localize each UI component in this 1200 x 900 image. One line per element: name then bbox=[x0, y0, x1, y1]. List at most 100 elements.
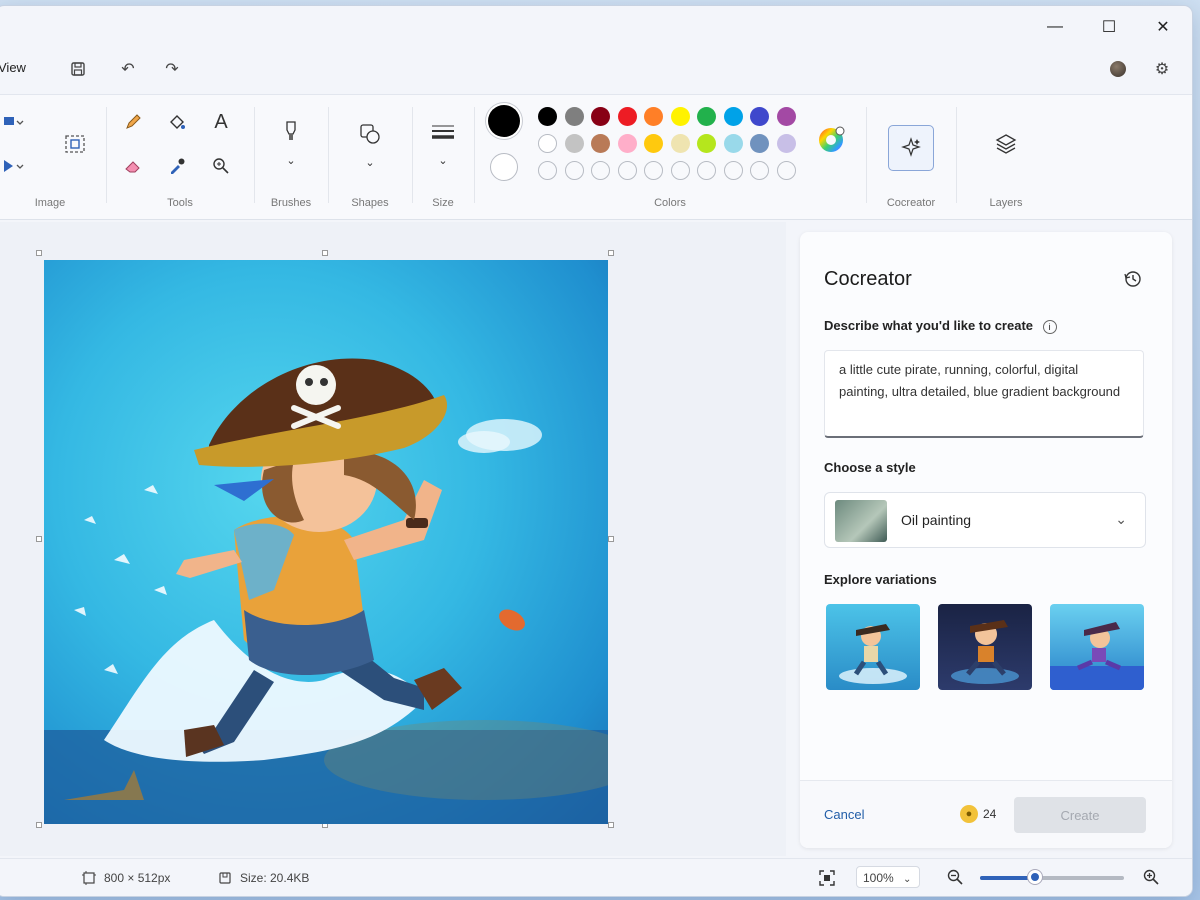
custom-color-slot[interactable] bbox=[564, 161, 584, 180]
group-label-image: Image bbox=[34, 197, 66, 209]
menu-view[interactable]: View bbox=[0, 60, 26, 75]
prompt-input[interactable]: a little cute pirate, running, colorful,… bbox=[824, 350, 1144, 438]
variation-thumbnail-3[interactable] bbox=[1050, 604, 1144, 690]
custom-color-slot[interactable] bbox=[697, 161, 716, 180]
resize-handle[interactable] bbox=[322, 250, 328, 256]
brush-icon[interactable] bbox=[276, 117, 306, 147]
maximize-button[interactable]: ☐ bbox=[1086, 12, 1132, 42]
zoom-in-icon[interactable] bbox=[1142, 868, 1160, 889]
variations-label: Explore variations bbox=[824, 572, 937, 587]
menu-row: View ↶ ↷ ⚙ bbox=[0, 48, 1192, 88]
close-button[interactable]: ✕ bbox=[1140, 12, 1186, 42]
custom-color-slot[interactable] bbox=[750, 161, 769, 180]
eraser-icon[interactable] bbox=[118, 151, 148, 181]
custom-color-slot[interactable] bbox=[776, 161, 796, 180]
resize-handle[interactable] bbox=[608, 536, 614, 542]
edit-colors-icon[interactable] bbox=[816, 125, 846, 155]
group-cocreator: Cocreator bbox=[868, 95, 954, 219]
account-avatar[interactable] bbox=[1104, 56, 1132, 82]
group-tools: A Tools bbox=[108, 95, 252, 219]
color-swatch[interactable] bbox=[564, 134, 584, 153]
redo-icon[interactable]: ↷ bbox=[158, 56, 186, 82]
text-icon[interactable]: A bbox=[206, 107, 236, 137]
custom-color-slot[interactable] bbox=[591, 161, 610, 180]
info-icon[interactable]: i bbox=[1042, 319, 1057, 334]
file-size-icon bbox=[218, 871, 232, 888]
select-icon[interactable] bbox=[0, 107, 28, 137]
zoom-slider[interactable] bbox=[980, 870, 1124, 884]
resize-handle[interactable] bbox=[36, 250, 42, 256]
create-button[interactable]: Create bbox=[1014, 797, 1146, 833]
color-swatch[interactable] bbox=[723, 107, 743, 126]
pencil-icon[interactable] bbox=[118, 107, 148, 137]
canvas-image-pirate[interactable] bbox=[44, 260, 608, 824]
size-dropdown-chevron-icon[interactable]: ⌄ bbox=[428, 145, 458, 175]
color-swatch[interactable] bbox=[591, 134, 610, 153]
custom-color-slot[interactable] bbox=[723, 161, 743, 180]
zoom-out-icon[interactable] bbox=[946, 868, 964, 891]
color-swatch[interactable] bbox=[644, 107, 663, 126]
fill-icon[interactable] bbox=[162, 107, 192, 137]
resize-handle[interactable] bbox=[36, 536, 42, 542]
fit-to-window-icon[interactable] bbox=[818, 869, 836, 890]
settings-icon[interactable]: ⚙ bbox=[1148, 56, 1176, 82]
minimize-button[interactable]: — bbox=[1032, 12, 1078, 42]
group-size: ⌄ Size bbox=[414, 95, 472, 219]
image-crop-icon[interactable] bbox=[60, 129, 90, 159]
color-swatch[interactable] bbox=[697, 107, 716, 126]
zoom-dropdown[interactable]: 100% ⌄ bbox=[856, 866, 920, 888]
custom-color-slot[interactable] bbox=[670, 161, 690, 180]
primary-color-swatch[interactable] bbox=[488, 105, 520, 137]
style-thumbnail bbox=[835, 500, 887, 542]
secondary-color-swatch[interactable] bbox=[490, 153, 518, 181]
color-swatch[interactable] bbox=[750, 134, 769, 153]
group-label-brushes: Brushes bbox=[270, 197, 312, 209]
color-swatch[interactable] bbox=[538, 134, 557, 153]
color-swatch[interactable] bbox=[644, 134, 663, 153]
custom-color-slot[interactable] bbox=[538, 161, 557, 180]
custom-color-slot[interactable] bbox=[644, 161, 663, 180]
rotate-icon[interactable] bbox=[0, 151, 28, 181]
color-swatch[interactable] bbox=[564, 107, 584, 126]
cocreator-icon[interactable] bbox=[888, 125, 934, 171]
variation-thumbnail-1[interactable] bbox=[826, 604, 920, 690]
color-swatch[interactable] bbox=[776, 134, 796, 153]
style-dropdown[interactable]: Oil painting ⌄ bbox=[824, 492, 1146, 548]
chevron-down-icon: ⌄ bbox=[903, 874, 912, 885]
group-label-cocreator: Cocreator bbox=[886, 197, 936, 209]
cancel-button[interactable]: Cancel bbox=[824, 807, 864, 822]
resize-handle[interactable] bbox=[608, 250, 614, 256]
group-brushes: ⌄ Brushes bbox=[256, 95, 326, 219]
color-swatch[interactable] bbox=[697, 134, 716, 153]
color-swatch[interactable] bbox=[617, 134, 637, 153]
variation-thumbnail-2[interactable] bbox=[938, 604, 1032, 690]
color-swatch[interactable] bbox=[670, 134, 690, 153]
color-swatch[interactable] bbox=[617, 107, 637, 126]
canvas-area[interactable] bbox=[0, 222, 786, 856]
group-shapes: ⌄ Shapes bbox=[330, 95, 410, 219]
color-picker-icon[interactable] bbox=[162, 151, 192, 181]
shapes-dropdown-chevron-icon[interactable]: ⌄ bbox=[355, 147, 385, 177]
color-swatch[interactable] bbox=[723, 134, 743, 153]
stroke-size-icon[interactable] bbox=[428, 117, 458, 147]
divider bbox=[474, 107, 475, 203]
custom-color-slot[interactable] bbox=[617, 161, 637, 180]
zoom-slider-thumb[interactable] bbox=[1027, 870, 1042, 884]
history-icon[interactable] bbox=[1122, 268, 1144, 290]
color-swatch[interactable] bbox=[670, 107, 690, 126]
resize-handle[interactable] bbox=[608, 822, 614, 828]
shapes-icon[interactable] bbox=[355, 119, 385, 149]
undo-icon[interactable]: ↶ bbox=[114, 56, 142, 82]
color-swatch[interactable] bbox=[750, 107, 769, 126]
brushes-dropdown-chevron-icon[interactable]: ⌄ bbox=[276, 145, 306, 175]
magnifier-icon[interactable] bbox=[206, 151, 236, 181]
color-swatch[interactable] bbox=[591, 107, 610, 126]
group-layers: Layers bbox=[958, 95, 1054, 219]
save-icon[interactable] bbox=[64, 56, 92, 82]
resize-handle[interactable] bbox=[36, 822, 42, 828]
group-label-layers: Layers bbox=[989, 197, 1023, 209]
color-swatch[interactable] bbox=[776, 107, 796, 126]
divider bbox=[106, 107, 107, 203]
color-swatch[interactable] bbox=[538, 107, 557, 126]
layers-icon[interactable] bbox=[991, 129, 1021, 159]
